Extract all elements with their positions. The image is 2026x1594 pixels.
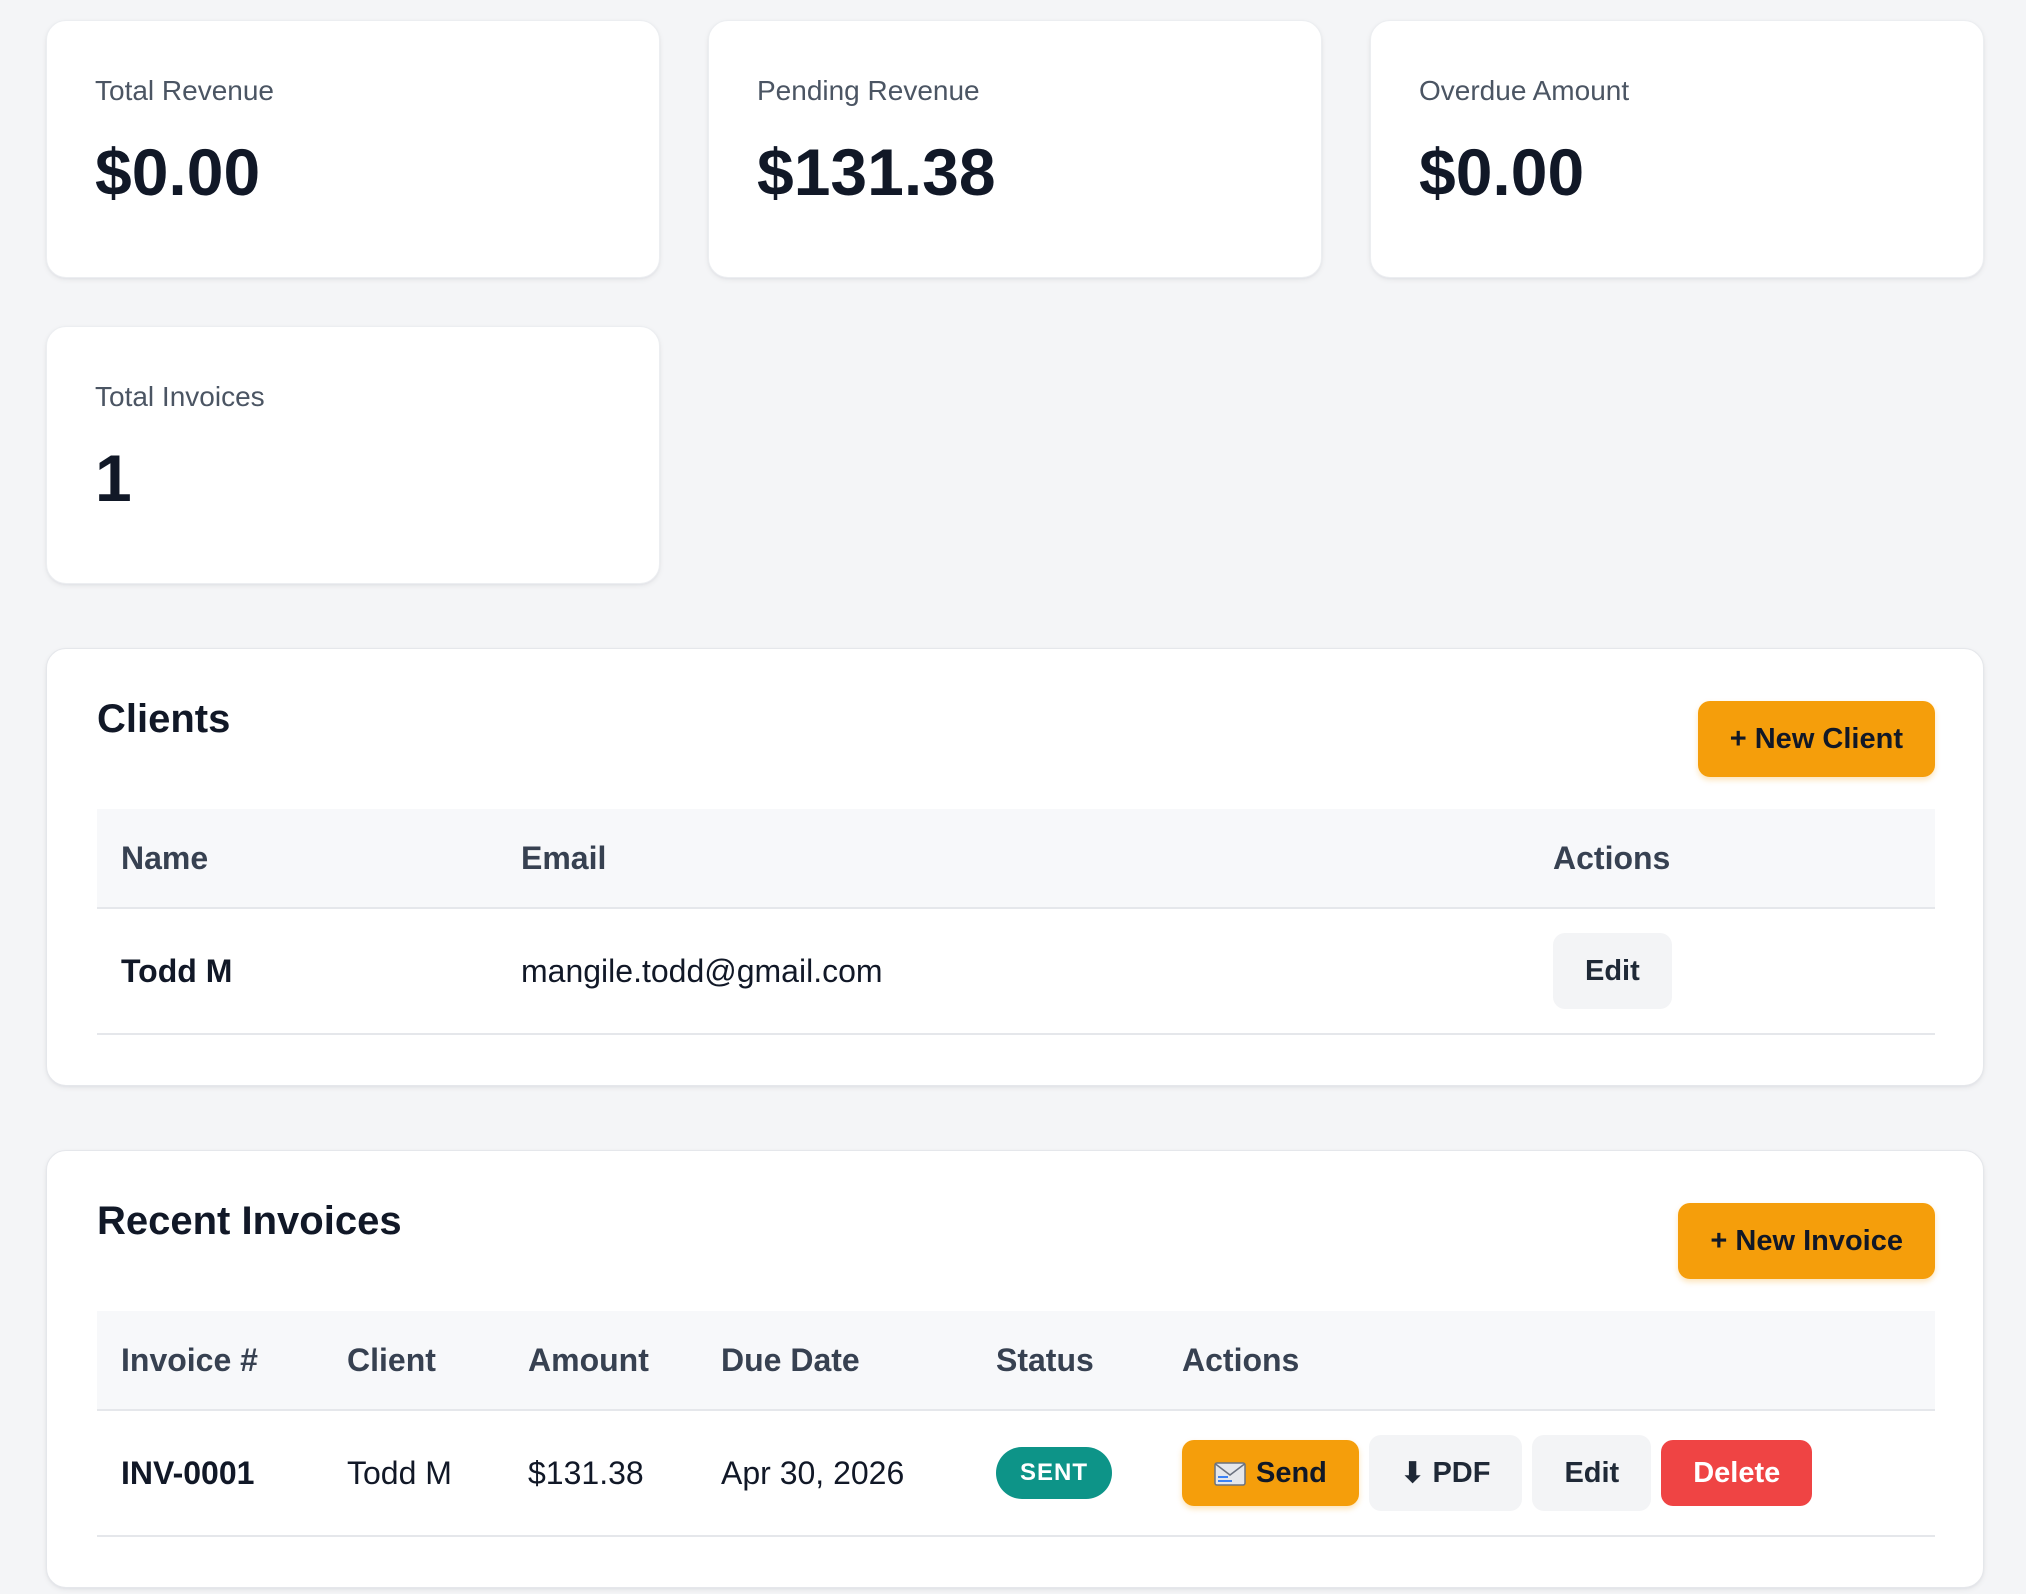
invoice-due-date: Apr 30, 2026	[721, 1454, 905, 1491]
send-invoice-button[interactable]: Send	[1182, 1440, 1359, 1506]
column-header-due-date[interactable]: Due Date	[697, 1342, 972, 1379]
clients-panel: Clients + New Client Name Email Actions …	[46, 648, 1984, 1086]
envelope-icon	[1214, 1461, 1246, 1486]
invoice-client: Todd M	[347, 1454, 452, 1491]
stat-label: Total Revenue	[95, 75, 275, 106]
edit-client-button[interactable]: Edit	[1553, 933, 1672, 1009]
clients-table-header: Name Email Actions	[97, 809, 1935, 909]
column-header-client[interactable]: Client	[323, 1342, 504, 1379]
client-name[interactable]: Todd M	[97, 953, 497, 990]
invoices-table: Invoice # Client Amount Due Date Status …	[97, 1311, 1935, 1537]
dashboard-page: Total Revenue $0.00 Pending Revenue $131…	[0, 0, 2026, 1594]
stat-label: Pending Revenue	[757, 75, 980, 106]
invoice-number[interactable]: INV-0001	[97, 1455, 323, 1492]
arrow-down-icon: ⬇	[1400, 1457, 1425, 1488]
edit-invoice-button[interactable]: Edit	[1532, 1435, 1652, 1511]
stat-card-total-invoices: Total Invoices 1	[46, 326, 660, 584]
stat-label: Total Invoices	[95, 381, 265, 412]
invoices-title: Recent Invoices	[97, 1199, 402, 1243]
clients-title: Clients	[97, 697, 231, 741]
new-client-button[interactable]: + New Client	[1697, 701, 1935, 777]
column-header-email[interactable]: Email	[497, 840, 1529, 877]
table-row: Todd M mangile.todd@gmail.com Edit	[97, 909, 1935, 1035]
delete-invoice-button[interactable]: Delete	[1661, 1440, 1813, 1506]
new-invoice-button[interactable]: + New Invoice	[1678, 1203, 1935, 1279]
column-header-name[interactable]: Name	[97, 840, 497, 877]
invoice-action-buttons: Send ⬇ PDF Edit Delete	[1182, 1435, 1935, 1511]
stat-value: $131.38	[757, 135, 996, 210]
clients-table: Name Email Actions Todd M mangile.todd@g…	[97, 809, 1935, 1035]
table-row: INV-0001 Todd M $131.38 Apr 30, 2026 SEN…	[97, 1411, 1935, 1537]
column-header-status[interactable]: Status	[972, 1342, 1158, 1379]
send-label: Send	[1256, 1456, 1327, 1489]
invoice-actions: Send ⬇ PDF Edit Delete	[1158, 1435, 1935, 1511]
stat-value: $0.00	[95, 135, 261, 210]
stat-label: Overdue Amount	[1419, 75, 1630, 106]
client-email: mangile.todd@gmail.com	[521, 952, 883, 989]
pdf-label: PDF	[1432, 1457, 1491, 1489]
column-header-actions: Actions	[1182, 1341, 1300, 1378]
column-header-actions: Actions	[1553, 839, 1671, 876]
stat-value: $0.00	[1419, 135, 1585, 210]
invoices-panel: Recent Invoices + New Invoice Invoice # …	[46, 1150, 1984, 1588]
client-actions: Edit	[1529, 933, 1935, 1009]
invoice-status-cell: SENT	[972, 1447, 1158, 1499]
column-header-amount[interactable]: Amount	[504, 1342, 697, 1379]
stat-card-total-revenue: Total Revenue $0.00	[46, 20, 660, 278]
invoice-amount: $131.38	[528, 1454, 644, 1491]
column-header-invoice-number[interactable]: Invoice #	[97, 1342, 323, 1379]
status-badge: SENT	[996, 1447, 1113, 1499]
stat-card-pending-revenue: Pending Revenue $131.38	[708, 20, 1322, 278]
stats-grid: Total Revenue $0.00 Pending Revenue $131…	[46, 20, 1984, 584]
stat-card-overdue-amount: Overdue Amount $0.00	[1370, 20, 1984, 278]
invoices-table-header: Invoice # Client Amount Due Date Status …	[97, 1311, 1935, 1411]
download-pdf-button[interactable]: ⬇ PDF	[1368, 1435, 1523, 1511]
stat-value: 1	[95, 441, 132, 516]
